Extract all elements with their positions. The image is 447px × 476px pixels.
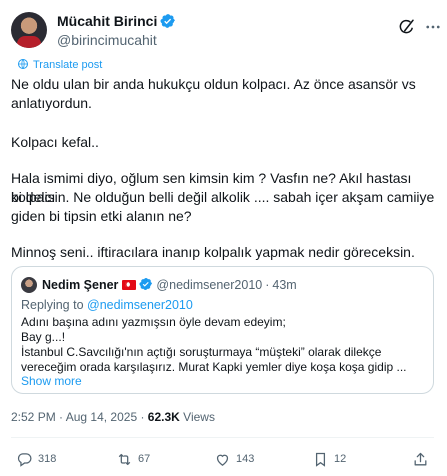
author-name-text[interactable]: Mücahit Birinci (57, 13, 157, 29)
share-button[interactable] (412, 450, 429, 468)
post-text-line-2: anlatıyordun. (11, 95, 92, 111)
globe-icon (18, 59, 28, 69)
views-label: Views (183, 410, 215, 424)
bookmark-button[interactable]: 12 (312, 450, 346, 468)
repost-button[interactable]: 67 (116, 450, 150, 468)
bookmark-icon (315, 452, 326, 467)
turkey-flag-icon (122, 280, 137, 290)
post-time[interactable]: 2:52 PM (11, 410, 56, 424)
quoted-verified-badge-icon (139, 278, 153, 290)
verified-badge-icon (160, 14, 176, 28)
post-text-line-7: Minnoş seni.. iftiracılara inanıp kolpal… (11, 244, 415, 260)
author-handle[interactable]: @birincimucahit (57, 32, 157, 48)
divider (11, 437, 434, 438)
heart-icon (216, 454, 229, 466)
like-count: 143 (236, 453, 255, 465)
reply-button[interactable]: 318 (16, 450, 56, 468)
quoted-author-handle[interactable]: @nedimsener2010 (156, 278, 262, 292)
replying-to-handle[interactable]: @nedimsener2010 (87, 298, 193, 312)
translate-post-label[interactable]: Translate post (33, 59, 102, 71)
view-count: 62.3K (147, 410, 180, 424)
quoted-author-name[interactable]: Nedim Şener (42, 278, 118, 292)
post-date[interactable]: Aug 14, 2025 (66, 410, 137, 424)
author-avatar[interactable] (11, 12, 47, 48)
post-text-line-1: Ne oldu ulan bir anda hukukçu oldun kolp… (11, 76, 416, 92)
quoted-author-avatar[interactable] (21, 277, 37, 293)
repost-count: 67 (138, 453, 151, 465)
quoted-separator: · (265, 278, 270, 292)
quoted-text-line-3: İstanbul C.Savcılığı'nın açtığı soruştur… (21, 345, 382, 359)
grok-icon[interactable] (398, 18, 416, 36)
post-text-line-3: Kolpacı kefal.. (11, 134, 99, 150)
post-meta: 2:52 PM · Aug 14, 2025 · 62.3K Views (11, 410, 215, 424)
more-options-icon[interactable] (424, 18, 442, 36)
quoted-text-line-2: Bay g...! (21, 330, 66, 344)
like-button[interactable]: 143 (214, 450, 254, 468)
quoted-replying-to: Replying to @nedimsener2010 (21, 298, 193, 312)
reply-icon (17, 452, 32, 467)
reply-count: 318 (38, 453, 57, 465)
replying-to-label: Replying to (21, 298, 88, 312)
quoted-text-line-1: Adını başına adını yazmışsın öyle devam … (21, 315, 286, 329)
post-text-line-5: bi delisin. Ne olduğun belli değil alkol… (11, 189, 435, 205)
author-name[interactable]: Mücahit Birinci (57, 13, 176, 29)
share-icon (414, 452, 427, 465)
show-more-link[interactable]: Show more (21, 374, 82, 388)
quoted-time[interactable]: 43m (272, 278, 296, 292)
post-text-line-6: giden bi tipsin etki alanın ne? (11, 208, 192, 224)
bookmark-count: 12 (334, 453, 347, 465)
quoted-author-header[interactable]: Nedim Şener @nedimsener2010 · 43m (42, 277, 297, 292)
repost-icon (118, 453, 131, 465)
translate-post-link[interactable]: Translate post (17, 58, 102, 71)
